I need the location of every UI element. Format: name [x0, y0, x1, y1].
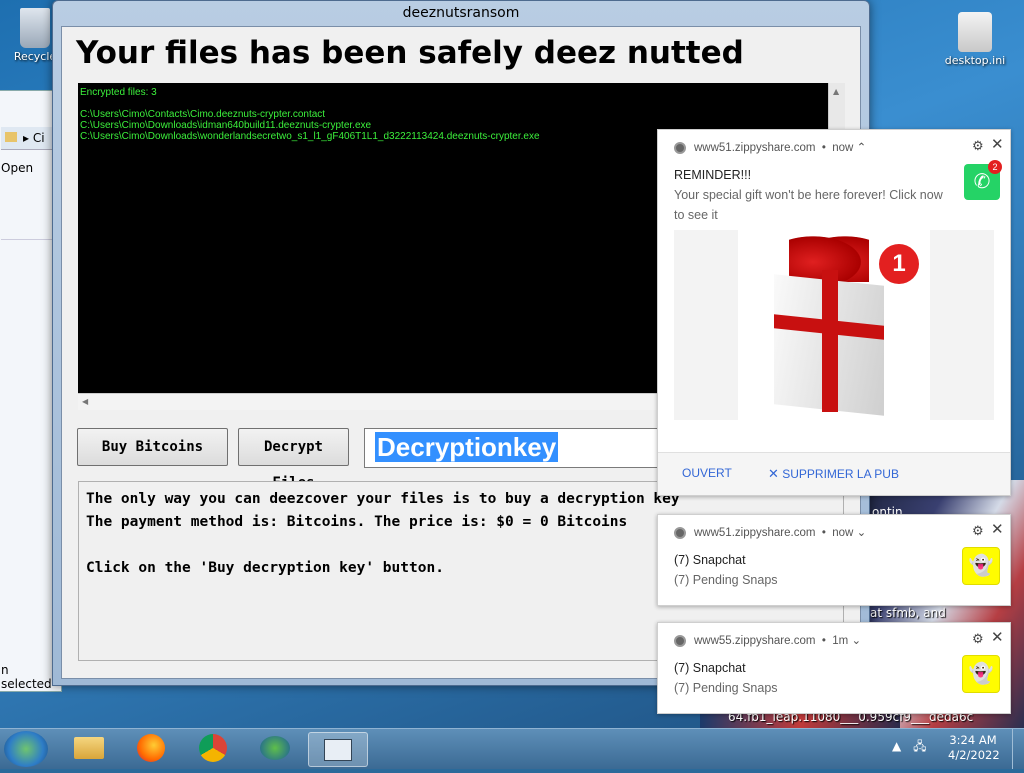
log-line: C:\Users\Cimo\Contacts\Cimo.deeznuts-cry… [80, 109, 326, 120]
show-hidden-icons-icon[interactable]: ▲ [892, 739, 901, 753]
gear-icon[interactable]: ⚙ [972, 138, 984, 154]
firefox-taskbar-icon[interactable] [122, 732, 180, 765]
chrome-taskbar-icon[interactable] [184, 732, 242, 765]
notification-snapchat[interactable]: www55.zippyshare.com • 1m ⌄ ⚙ ✕ (7) Snap… [657, 622, 1011, 714]
ransom-app-taskbar-icon[interactable] [308, 732, 368, 767]
notification-header: www51.zippyshare.com • now ⌄ [674, 525, 866, 539]
close-icon: ✕ [768, 466, 779, 481]
window-title: deeznutsransom [402, 5, 520, 21]
chevron-down-icon[interactable]: ⌄ [857, 527, 867, 539]
notification-header: www51.zippyshare.com • now ⌃ [674, 140, 866, 154]
ransom-headline: Your files has been safely deez nutted [76, 35, 744, 71]
decrypt-files-button[interactable]: Decrypt Files [238, 428, 349, 491]
explorer-open-button[interactable]: Open [1, 161, 33, 175]
file-explorer-taskbar-icon[interactable] [60, 732, 118, 765]
scroll-left-icon[interactable]: ◀ [82, 397, 88, 406]
notification-source: www55.zippyshare.com [694, 635, 816, 647]
notification-title: (7) Snapchat [674, 553, 746, 567]
snapchat-icon: 👻 [962, 547, 1000, 585]
gift-image[interactable]: 1 [674, 230, 994, 420]
gift-badge: 1 [879, 244, 919, 284]
notification-time: now [832, 527, 854, 539]
notification-title: (7) Snapchat [674, 661, 746, 675]
chevron-up-icon[interactable]: ⌃ [857, 142, 867, 154]
gear-icon[interactable]: ⚙ [972, 523, 984, 539]
gear-icon[interactable]: ⚙ [972, 631, 984, 647]
folder-icon [5, 132, 17, 142]
network-icon[interactable]: 🖧 [913, 739, 926, 753]
scroll-up-icon[interactable]: ▲ [833, 87, 839, 96]
notification-body: (7) Pending Snaps [674, 681, 778, 695]
show-desktop-button[interactable] [1012, 729, 1024, 769]
notification-gift[interactable]: www51.zippyshare.com • now ⌃ ⚙ ✕ REMINDE… [657, 129, 1011, 496]
taskbar-clock[interactable]: 3:24 AM 4/2/2022 [948, 733, 1000, 763]
log-line: Encrypted files: 3 [80, 87, 157, 98]
clock-time: 3:24 AM [949, 733, 997, 747]
explorer-address-text: Ci [32, 131, 45, 145]
open-action-button[interactable]: OUVERT [682, 466, 732, 480]
desktop-ini-icon[interactable]: desktop.ini [940, 12, 1010, 67]
chrome-icon [674, 526, 686, 539]
buy-bitcoins-button[interactable]: Buy Bitcoins [77, 428, 228, 466]
notification-source: www51.zippyshare.com [694, 527, 816, 539]
remove-ad-label: SUPPRIMER LA PUB [782, 467, 899, 481]
notification-header: www55.zippyshare.com • 1m ⌄ [674, 633, 861, 647]
clock-date: 4/2/2022 [948, 748, 1000, 762]
recycle-bin-label: Recycle [13, 50, 57, 63]
remove-ad-action-button[interactable]: ✕ SUPPRIMER LA PUB [768, 466, 899, 482]
close-icon[interactable]: ✕ [991, 135, 1004, 153]
notification-title: REMINDER!!! [674, 168, 752, 182]
chrome-icon [674, 634, 686, 647]
notification-body: Your special gift won't be here forever!… [674, 188, 943, 222]
snapchat-icon: 👻 [962, 655, 1000, 693]
close-icon[interactable]: ✕ [991, 520, 1004, 538]
desktop-ini-label: desktop.ini [944, 54, 1006, 67]
notification-time: 1m [832, 635, 849, 647]
notification-source: www51.zippyshare.com [694, 142, 816, 154]
idm-taskbar-icon[interactable] [246, 732, 304, 765]
close-icon[interactable]: ✕ [991, 628, 1004, 646]
chrome-icon [674, 141, 686, 154]
notification-actions: OUVERT ✕ SUPPRIMER LA PUB [658, 452, 1010, 495]
notification-snapchat[interactable]: www51.zippyshare.com • now ⌄ ⚙ ✕ (7) Sna… [657, 514, 1011, 606]
whatsapp-icon: ✆ 2 [964, 160, 1002, 200]
start-button[interactable] [4, 731, 48, 767]
wallpaper-text: at sfmb, and [870, 606, 946, 620]
taskbar: ▲ 🖧 3:24 AM 4/2/2022 [0, 728, 1024, 769]
chevron-down-icon[interactable]: ⌄ [851, 635, 861, 647]
decryption-key-value: Decryptionkey [375, 432, 559, 462]
gift-ribbon [822, 270, 838, 412]
notification-body: (7) Pending Snaps [674, 573, 778, 587]
tray-area: ▲ 🖧 [892, 737, 926, 758]
whatsapp-badge: 2 [988, 160, 1002, 174]
notification-time: now [832, 142, 854, 154]
